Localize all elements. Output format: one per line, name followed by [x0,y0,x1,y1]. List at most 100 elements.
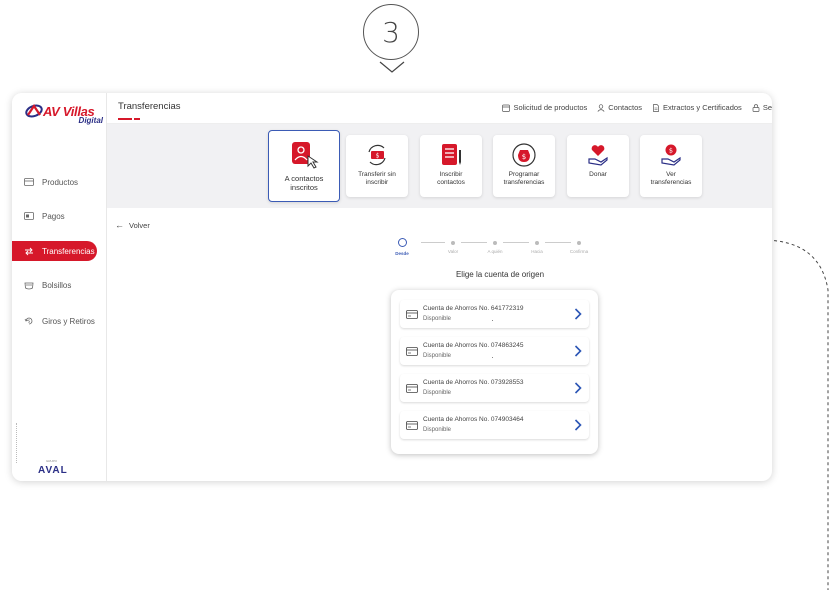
svg-text:$: $ [376,153,380,160]
schedule-money-icon: $ [512,143,536,167]
document-icon [652,103,660,112]
cash-transfer-icon: $ [368,144,386,166]
sidebar-item-productos[interactable]: Productos [12,172,97,192]
step-a-quien: A quién [475,238,515,254]
link-seguridad[interactable]: Se [752,103,772,112]
progress-stepper: Desde Valor A quién Hacia Confirma [395,238,595,258]
chevron-right-icon [574,382,582,394]
step-dot [397,238,407,247]
sidebar: AV Villas Digital Productos Pagos Transf… [12,93,107,481]
link-label: Extractos y Certificados [663,103,742,112]
payments-icon [24,211,34,221]
sidebar-item-label: Transferencias [42,246,95,256]
legal-text-strip [16,423,20,463]
account-name: Cuenta de Ahorros No. 074863245 [423,342,524,349]
back-link[interactable]: ← Volver [115,220,150,230]
pocket-icon [24,280,34,290]
step-hacia: Hacia [517,238,557,254]
title-underline [118,118,142,120]
lock-icon [752,103,760,112]
sidebar-item-label: Giros y Retiros [42,316,95,326]
option-label: Donar [589,171,607,178]
products-icon [24,177,34,187]
request-icon [502,104,511,112]
link-label: Solicitud de productos [513,103,588,112]
account-status: Disponible [423,390,452,396]
hidden-balance [492,320,493,321]
svg-text:$: $ [669,147,673,155]
option-label: Programar transferencias [503,171,545,186]
top-links: Solicitud de productos Contactos Extract… [492,103,772,112]
chevron-right-icon [574,419,582,431]
link-label: Contactos [608,103,643,112]
page-title: Transferencias [118,101,181,112]
step-label: A quién [487,249,503,254]
card-icon [406,421,418,430]
card-icon [406,384,418,393]
option-transferir-sin-inscribir[interactable]: $ Transferir sin inscribir [346,135,408,197]
option-label: Inscribir contactos [437,171,465,186]
sidebar-item-label: Productos [42,177,79,187]
accounts-card: Cuenta de Ahorros No. 641772319 Disponib… [391,290,598,454]
option-a-contactos-inscritos[interactable]: A contactos inscritos [268,130,340,202]
link-solicitud-productos[interactable]: Solicitud de productos [502,103,587,112]
app-window: AV Villas Digital Productos Pagos Transf… [12,93,772,481]
step-desde: Desde [382,238,422,256]
account-item[interactable]: Cuenta de Ahorros No. 641772319 Disponib… [400,300,589,328]
step-label: Hacia [531,249,543,254]
sidebar-item-pagos[interactable]: Pagos [12,206,97,226]
step-dot [493,241,497,245]
coin-hand-icon: $ [661,144,681,166]
account-item[interactable]: Cuenta de Ahorros No. 074863245 Disponib… [400,337,589,365]
svg-text:$: $ [522,153,526,161]
step-valor: Valor [433,238,473,254]
step-confirma: Confirma [559,238,599,254]
sidebar-item-giros-retiros[interactable]: $ Giros y Retiros [12,311,97,331]
option-donar[interactable]: Donar [567,135,629,197]
account-status: Disponible [423,427,452,433]
option-ver-transferencias[interactable]: $ Ver transferencias [640,135,702,197]
logo-subtitle: Digital [78,116,103,125]
register-list-icon [442,144,461,165]
aval-logo: AVAL [38,465,68,476]
contacts-transfer-icon [292,142,319,169]
sidebar-item-label: Bolsillos [42,280,72,290]
chevron-right-icon [574,345,582,357]
step-label: Confirma [569,249,589,254]
sidebar-item-bolsillos[interactable]: Bolsillos [12,275,97,295]
sidebar-item-label: Pagos [42,211,65,221]
heart-hand-icon [588,145,608,166]
transfer-icon [24,246,34,256]
account-item[interactable]: Cuenta de Ahorros No. 074903464 Disponib… [400,411,589,439]
brand-logo[interactable]: AV Villas Digital [25,104,105,128]
step-label: Valor [447,249,459,254]
av-villas-logo-icon [25,104,43,118]
hidden-balance [492,357,493,358]
account-item[interactable]: Cuenta de Ahorros No. 073928553 Disponib… [400,374,589,402]
option-inscribir-contactos[interactable]: Inscribir contactos [420,135,482,197]
svg-text:$: $ [28,319,31,324]
step-number-circle: 3 [363,4,419,60]
section-title: Elige la cuenta de origen [455,270,545,279]
option-programar-transferencias[interactable]: $ Programar transferencias [493,135,555,197]
option-label: A contactos inscritos [284,174,324,192]
step-dot [577,241,581,245]
step-label: Desde [395,251,409,256]
card-icon [406,310,418,319]
account-name: Cuenta de Ahorros No. 641772319 [423,305,524,312]
option-label: Ver transferencias [650,171,692,186]
top-header: Transferencias Solicitud de productos Co… [107,93,772,124]
arrow-left-icon: ← [115,220,124,230]
link-extractos[interactable]: Extractos y Certificados [652,103,742,112]
account-name: Cuenta de Ahorros No. 073928553 [423,379,524,386]
link-contactos[interactable]: Contactos [597,103,642,112]
account-status: Disponible [423,316,452,322]
account-name: Cuenta de Ahorros No. 074903464 [423,416,524,423]
withdraw-icon: $ [24,316,34,326]
step-dot [535,241,539,245]
sidebar-item-transferencias[interactable]: Transferencias [12,241,97,261]
card-icon [406,347,418,356]
link-label: Se [762,103,772,112]
step-dot [451,241,455,245]
back-label: Volver [129,220,150,230]
